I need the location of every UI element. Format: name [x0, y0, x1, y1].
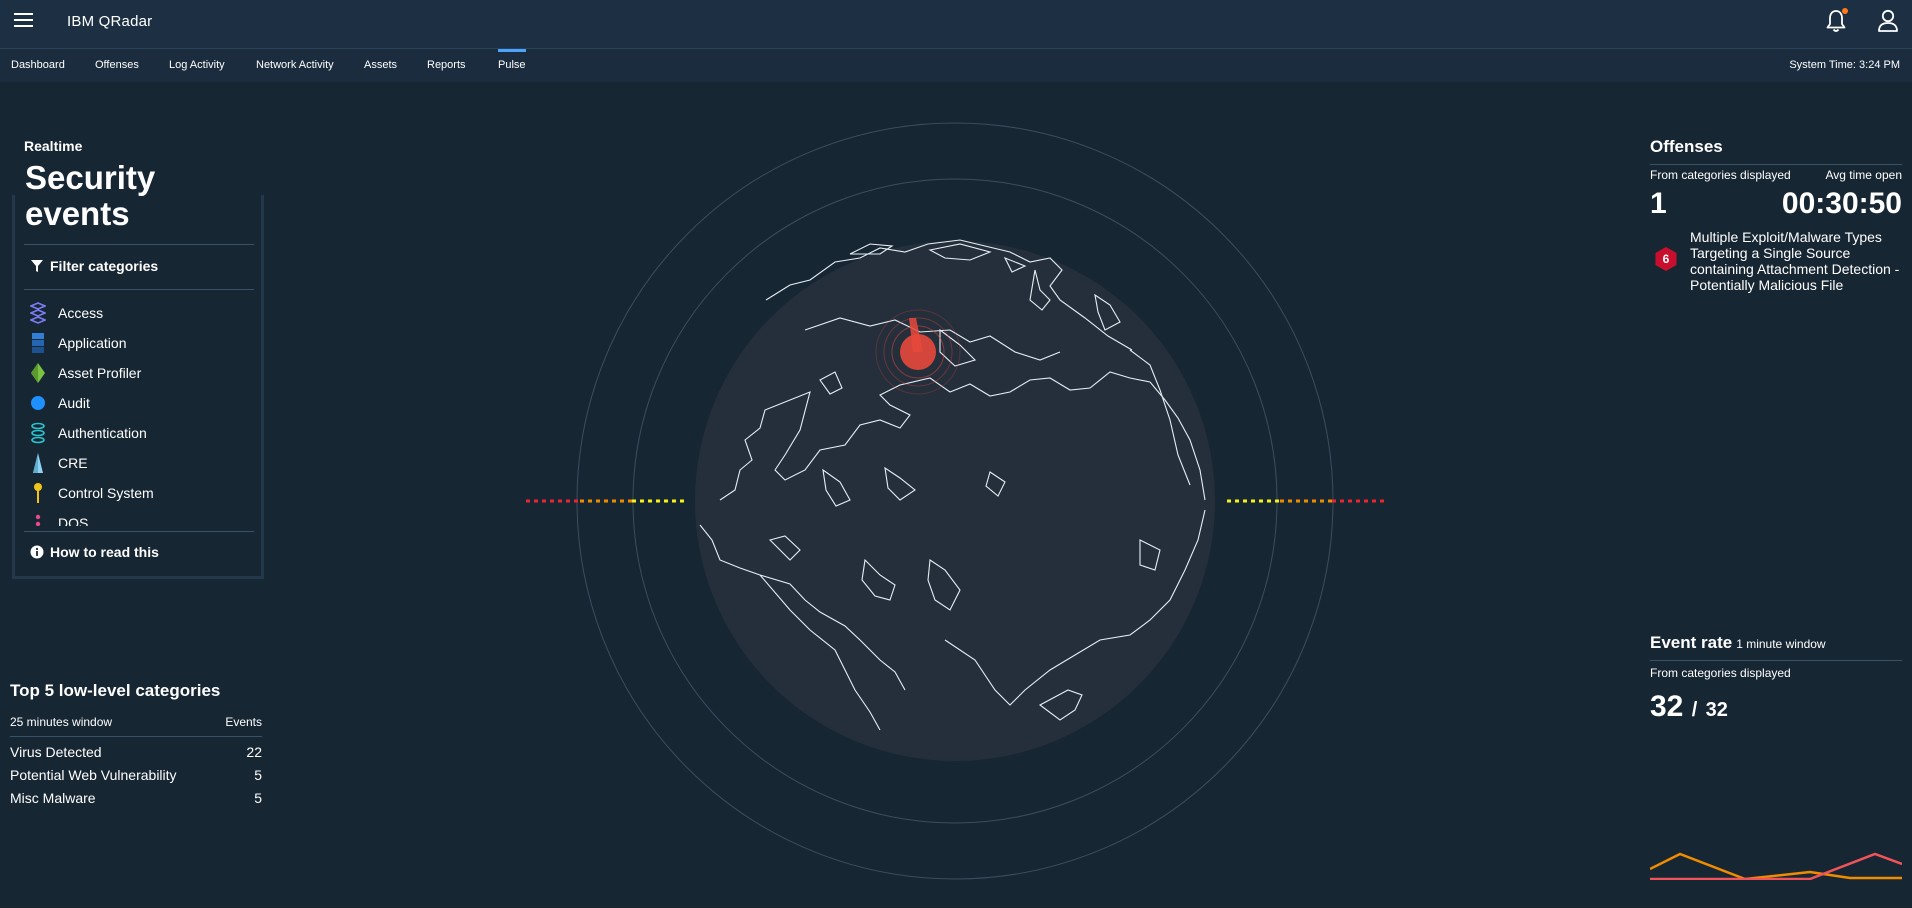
- how-to-read-label: How to read this: [50, 544, 159, 560]
- globe-sphere: [695, 241, 1215, 761]
- list-item[interactable]: Potential Web Vulnerability 5: [10, 767, 262, 790]
- category-label: Authentication: [58, 425, 147, 441]
- category-label: Control System: [58, 485, 154, 501]
- offense-item[interactable]: 6 Multiple Exploit/Malware Types Targeti…: [1654, 229, 1906, 293]
- category-name: Virus Detected: [10, 744, 102, 760]
- category-label: Access: [58, 305, 104, 321]
- cube-stack-icon: [28, 332, 48, 354]
- divider: [24, 244, 254, 245]
- how-to-read-button[interactable]: How to read this: [30, 544, 159, 560]
- category-item-audit[interactable]: Audit: [28, 388, 254, 418]
- category-label: Asset Profiler: [58, 365, 142, 381]
- realtime-label: Realtime: [24, 138, 83, 154]
- pin-icon: [28, 482, 48, 504]
- event-rate-current: 32: [1650, 690, 1684, 723]
- category-name: Misc Malware: [10, 790, 96, 806]
- category-item-cre[interactable]: CRE: [28, 448, 254, 478]
- sphere-icon: [28, 392, 48, 414]
- event-count: 22: [246, 744, 262, 760]
- offenses-from-label: From categories displayed: [1650, 168, 1791, 182]
- category-item-authentication[interactable]: Authentication: [28, 418, 254, 448]
- list-item[interactable]: Misc Malware 5: [10, 790, 262, 813]
- event-count: 5: [254, 790, 262, 806]
- divider: [10, 736, 262, 737]
- pulse-globe[interactable]: [0, 0, 1912, 908]
- rings-icon: [28, 422, 48, 444]
- stacked-diamond-icon: [28, 302, 48, 324]
- top5-window-label: 25 minutes window: [10, 715, 113, 729]
- event-count: 5: [254, 767, 262, 783]
- category-item-asset-profiler[interactable]: Asset Profiler: [28, 358, 254, 388]
- offense-description: Multiple Exploit/Malware Types Targeting…: [1690, 229, 1900, 293]
- divider: [1650, 164, 1902, 165]
- category-label: Application: [58, 335, 127, 351]
- divider: [1650, 660, 1902, 661]
- category-label: DOS: [58, 515, 89, 526]
- severity-badge: 6: [1654, 246, 1678, 272]
- event-rate-label: Event rate: [1650, 633, 1733, 652]
- offenses-title: Offenses: [1650, 137, 1723, 156]
- filter-categories-button[interactable]: Filter categories: [30, 258, 158, 274]
- event-rate-from-label: From categories displayed: [1650, 666, 1791, 680]
- event-rate-value: 32 / 32: [1650, 690, 1728, 724]
- offenses-count: 1: [1650, 187, 1667, 220]
- category-label: Audit: [58, 395, 90, 411]
- offenses-avg-time: 00:30:50: [1781, 187, 1902, 220]
- category-item-access[interactable]: Access: [28, 298, 254, 328]
- event-rate-sparkline: [1650, 852, 1902, 880]
- cone-icon: [28, 452, 48, 474]
- filter-categories-label: Filter categories: [50, 258, 159, 274]
- list-item[interactable]: Virus Detected 22: [10, 744, 262, 767]
- offenses-avg-label: Avg time open: [1825, 168, 1903, 182]
- event-rate-title: Event rate 1 minute window: [1650, 633, 1826, 653]
- offenses-header: From categories displayed Avg time open: [1650, 168, 1902, 182]
- event-rate-separator: /: [1691, 699, 1698, 721]
- top5-title: Top 5 low-level categories: [10, 681, 221, 700]
- category-label: CRE: [58, 455, 88, 471]
- category-list[interactable]: Access Application Asset Profiler Audit …: [28, 298, 254, 526]
- event-rate-total: 32: [1705, 699, 1728, 721]
- category-item-application[interactable]: Application: [28, 328, 254, 358]
- category-item-dos[interactable]: DOS: [28, 508, 254, 526]
- severity-value: 6: [1662, 252, 1670, 266]
- info-icon: [30, 545, 44, 559]
- top5-list: Virus Detected 22 Potential Web Vulnerab…: [10, 744, 262, 813]
- top5-events-header: Events: [225, 715, 262, 729]
- category-name: Potential Web Vulnerability: [10, 767, 177, 783]
- event-rate-window: 1 minute window: [1736, 637, 1826, 651]
- gem-icon: [28, 362, 48, 384]
- divider: [24, 289, 254, 290]
- divider: [24, 531, 254, 532]
- dots-icon: [28, 512, 48, 526]
- security-events-title: Security events: [25, 159, 156, 232]
- top5-header: 25 minutes window Events: [10, 715, 262, 729]
- category-item-control-system[interactable]: Control System: [28, 478, 254, 508]
- filter-icon: [31, 260, 43, 272]
